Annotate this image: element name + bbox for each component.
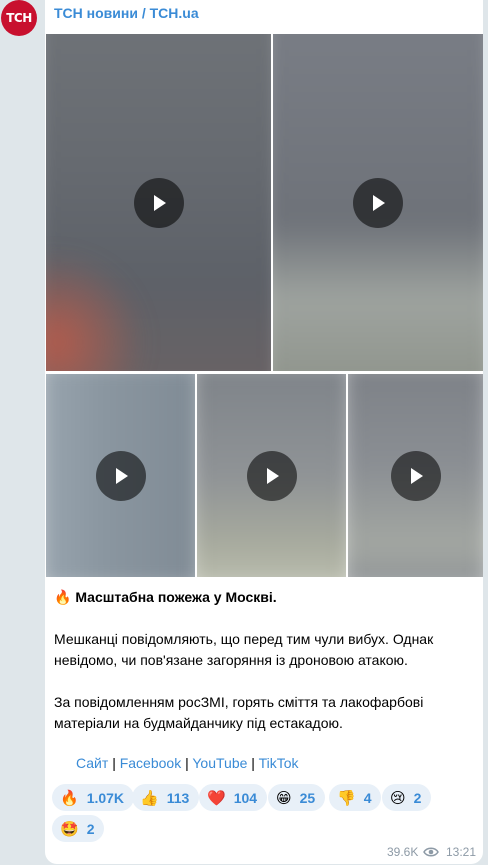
reaction-heart[interactable]: ❤️ 104 [199,784,268,811]
heart-icon: ❤️ [207,788,226,807]
play-icon[interactable] [246,450,297,501]
reaction-star-struck[interactable]: 🤩 2 [52,815,105,842]
link-site[interactable]: Сайт [76,755,108,771]
play-icon[interactable] [133,177,184,228]
reaction-thumbs-up[interactable]: 👍 113 [132,784,200,811]
link-facebook[interactable]: Facebook [120,755,181,771]
message-time: 13:21 [446,845,477,859]
view-count: 39.6K [387,845,419,859]
link-youtube[interactable]: YouTube [192,755,247,771]
grin-icon: 😁 [276,788,292,807]
reaction-fire[interactable]: 🔥 1.07K [52,784,135,811]
reaction-count: 4 [363,789,372,806]
reaction-count: 25 [299,789,316,806]
reaction-count: 113 [166,789,190,806]
reaction-count: 2 [86,820,95,837]
star-struck-icon: 🤩 [60,819,79,838]
message-bubble: ТСН новини / TCH.ua 🔥 Масштабна пожежа у… [45,0,483,864]
play-icon[interactable] [353,177,403,228]
post-title-text: Масштабна пожежа у Москві. [75,589,277,605]
avatar-text: ТСН [6,11,32,25]
fire-emoji-icon: 🔥 [60,788,79,807]
reaction-grin[interactable]: 😁 25 [268,784,326,811]
play-icon[interactable] [390,450,441,501]
eye-icon [423,846,439,861]
video-thumbnail-4[interactable] [197,374,346,577]
reaction-count: 104 [233,789,258,806]
video-thumbnail-1[interactable] [46,34,271,371]
cry-icon: 😢 [390,788,406,807]
reaction-count: 2 [413,789,422,806]
thumbs-up-icon: 👍 [140,788,159,807]
video-thumbnail-3[interactable] [46,374,195,577]
reaction-cry[interactable]: 😢 2 [382,784,432,811]
post-paragraph-2: За повідомленням росЗМІ, горять сміття т… [54,694,424,731]
video-thumbnail-2[interactable] [273,34,483,371]
post-links: Сайт | Facebook | YouTube | TikTok [76,755,299,771]
play-icon[interactable] [95,450,146,501]
post-paragraph-1: Мешканці повідомляють, що перед тим чули… [54,631,434,668]
channel-avatar[interactable]: ТСН [1,0,37,36]
reaction-count: 1.07K [86,789,125,806]
channel-name[interactable]: ТСН новини / TCH.ua [54,5,199,21]
video-thumbnail-5[interactable] [348,374,483,577]
post-title: 🔥 Масштабна пожежа у Москві. [54,587,474,608]
link-separator: | [185,755,189,771]
thumbs-down-icon: 👎 [337,788,356,807]
fire-icon: 🔥 [54,589,72,605]
link-separator: | [251,755,255,771]
link-tiktok[interactable]: TikTok [259,755,299,771]
link-separator: | [112,755,116,771]
reaction-thumbs-down[interactable]: 👎 4 [329,784,382,811]
